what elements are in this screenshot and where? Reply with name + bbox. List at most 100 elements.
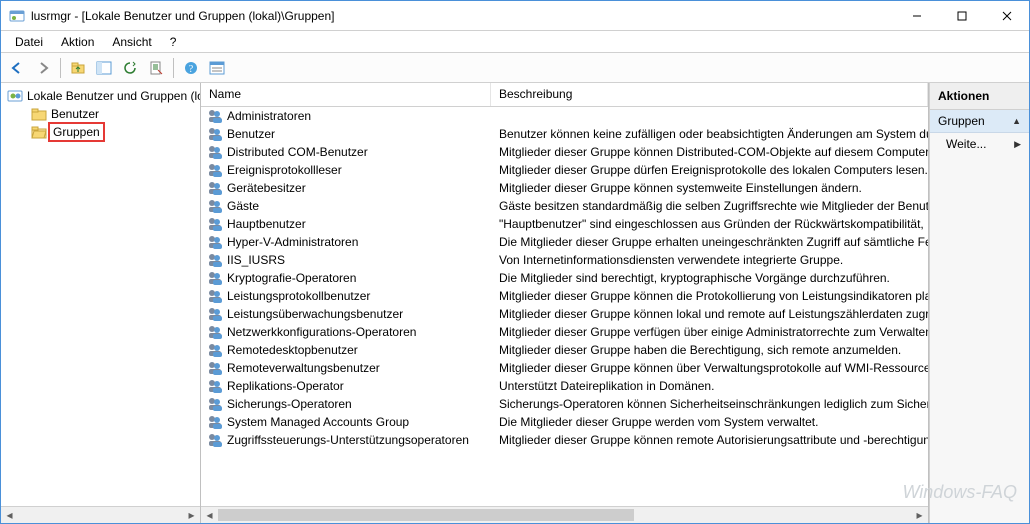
group-icon xyxy=(207,234,223,250)
help-button[interactable]: ? xyxy=(179,56,203,80)
properties-button[interactable] xyxy=(205,56,229,80)
tree-scrollbar[interactable]: ◂ ▸ xyxy=(1,506,200,523)
scroll-thumb[interactable] xyxy=(218,509,634,521)
group-icon xyxy=(207,378,223,394)
list-item[interactable]: RemotedesktopbenutzerMitglieder dieser G… xyxy=(201,341,928,359)
column-name[interactable]: Name xyxy=(201,83,491,106)
scroll-left-icon[interactable]: ◂ xyxy=(1,507,18,523)
back-button[interactable] xyxy=(5,56,29,80)
actions-section-label: Gruppen xyxy=(938,114,985,128)
group-name: Leistungsprotokollbenutzer xyxy=(227,289,491,303)
list-item[interactable]: System Managed Accounts GroupDie Mitglie… xyxy=(201,413,928,431)
tree-root[interactable]: Lokale Benutzer und Gruppen (lokal) xyxy=(3,87,198,105)
list-item[interactable]: GästeGäste besitzen standardmäßig die se… xyxy=(201,197,928,215)
scroll-left-icon[interactable]: ◂ xyxy=(201,507,218,523)
list-item[interactable]: Administratoren xyxy=(201,107,928,125)
toolbar-separator xyxy=(60,58,61,78)
group-description: Mitglieder dieser Gruppe können Distribu… xyxy=(491,145,928,159)
scroll-right-icon[interactable]: ▸ xyxy=(911,507,928,523)
list-item[interactable]: Sicherungs-OperatorenSicherungs-Operator… xyxy=(201,395,928,413)
group-name: Gäste xyxy=(227,199,491,213)
list-item[interactable]: Hauptbenutzer"Hauptbenutzer" sind einges… xyxy=(201,215,928,233)
list-item[interactable]: Distributed COM-BenutzerMitglieder diese… xyxy=(201,143,928,161)
group-icon xyxy=(207,396,223,412)
group-icon xyxy=(207,126,223,142)
list-item[interactable]: BenutzerBenutzer können keine zufälligen… xyxy=(201,125,928,143)
group-name: Netzwerkkonfigurations-Operatoren xyxy=(227,325,491,339)
group-name: Remoteverwaltungsbenutzer xyxy=(227,361,491,375)
list-item[interactable]: RemoteverwaltungsbenutzerMitglieder dies… xyxy=(201,359,928,377)
list-item[interactable]: GerätebesitzerMitglieder dieser Gruppe k… xyxy=(201,179,928,197)
column-description[interactable]: Beschreibung xyxy=(491,83,928,106)
lusrmgr-icon xyxy=(7,88,23,104)
scroll-track[interactable] xyxy=(218,507,911,523)
group-description: Mitglieder dieser Gruppe können systemwe… xyxy=(491,181,928,195)
export-button[interactable] xyxy=(144,56,168,80)
show-hide-tree-button[interactable] xyxy=(92,56,116,80)
list-item[interactable]: LeistungsprotokollbenutzerMitglieder die… xyxy=(201,287,928,305)
up-button[interactable] xyxy=(66,56,90,80)
list-item[interactable]: EreignisprotokollleserMitglieder dieser … xyxy=(201,161,928,179)
menu-view[interactable]: Ansicht xyxy=(104,33,159,51)
list-item[interactable]: IIS_IUSRSVon Internetinformationsdienste… xyxy=(201,251,928,269)
group-icon xyxy=(207,324,223,340)
menu-help[interactable]: ? xyxy=(162,33,185,51)
tree-users[interactable]: Benutzer xyxy=(3,105,198,123)
group-description: Die Mitglieder dieser Gruppe werden vom … xyxy=(491,415,928,429)
svg-text:?: ? xyxy=(189,64,194,75)
group-icon xyxy=(207,414,223,430)
group-icon xyxy=(207,108,223,124)
group-icon xyxy=(207,144,223,160)
maximize-button[interactable] xyxy=(939,1,984,30)
refresh-button[interactable] xyxy=(118,56,142,80)
menu-file[interactable]: Datei xyxy=(7,33,51,51)
group-icon xyxy=(207,432,223,448)
tree-groups[interactable]: Gruppen xyxy=(3,123,198,141)
submenu-icon: ▶ xyxy=(1014,139,1021,150)
tree-pane[interactable]: Lokale Benutzer und Gruppen (lokal) Benu… xyxy=(1,83,201,523)
group-description: Mitglieder dieser Gruppe haben die Berec… xyxy=(491,343,928,357)
scroll-right-icon[interactable]: ▸ xyxy=(183,507,200,523)
list-body[interactable]: Administratoren BenutzerBenutzer können k… xyxy=(201,107,928,506)
forward-button[interactable] xyxy=(31,56,55,80)
list-item[interactable]: Hyper-V-AdministratorenDie Mitglieder di… xyxy=(201,233,928,251)
group-description: Mitglieder dieser Gruppe dürfen Ereignis… xyxy=(491,163,928,177)
tree-groups-label: Gruppen xyxy=(51,125,102,139)
group-name: Replikations-Operator xyxy=(227,379,491,393)
group-icon xyxy=(207,180,223,196)
group-description: Unterstützt Dateireplikation in Domänen. xyxy=(491,379,928,393)
group-description: Benutzer können keine zufälligen oder be… xyxy=(491,127,928,141)
group-name: Administratoren xyxy=(227,109,491,123)
list-item[interactable]: Zugriffssteuerungs-Unterstützungsoperato… xyxy=(201,431,928,449)
group-icon xyxy=(207,342,223,358)
toolbar: ? xyxy=(1,53,1029,83)
actions-more[interactable]: Weite... ▶ xyxy=(930,133,1029,155)
window-title: lusrmgr - [Lokale Benutzer und Gruppen (… xyxy=(31,9,894,23)
list-item[interactable]: Kryptografie-OperatorenDie Mitglieder si… xyxy=(201,269,928,287)
collapse-icon: ▲ xyxy=(1012,116,1021,126)
list-scrollbar[interactable]: ◂ ▸ xyxy=(201,506,928,523)
list-item[interactable]: Replikations-OperatorUnterstützt Dateire… xyxy=(201,377,928,395)
minimize-button[interactable] xyxy=(894,1,939,30)
tree-root-label: Lokale Benutzer und Gruppen (lokal) xyxy=(27,89,201,103)
close-button[interactable] xyxy=(984,1,1029,30)
actions-section-groups[interactable]: Gruppen ▲ xyxy=(930,110,1029,133)
group-name: Ereignisprotokollleser xyxy=(227,163,491,177)
titlebar: lusrmgr - [Lokale Benutzer und Gruppen (… xyxy=(1,1,1029,31)
group-name: Distributed COM-Benutzer xyxy=(227,145,491,159)
group-description: Mitglieder dieser Gruppe können remote A… xyxy=(491,433,928,447)
group-description: Mitglieder dieser Gruppe verfügen über e… xyxy=(491,325,928,339)
list-item[interactable]: Netzwerkkonfigurations-OperatorenMitglie… xyxy=(201,323,928,341)
list-pane: Name Beschreibung AdministratorenBenutze… xyxy=(201,83,929,523)
group-name: Leistungsüberwachungsbenutzer xyxy=(227,307,491,321)
menu-action[interactable]: Aktion xyxy=(53,33,102,51)
group-description: Mitglieder dieser Gruppe können über Ver… xyxy=(491,361,928,375)
group-icon xyxy=(207,288,223,304)
list-header: Name Beschreibung xyxy=(201,83,928,107)
group-name: System Managed Accounts Group xyxy=(227,415,491,429)
scroll-track[interactable] xyxy=(18,507,183,523)
group-description: Die Mitglieder dieser Gruppe erhalten un… xyxy=(491,235,928,249)
group-name: IIS_IUSRS xyxy=(227,253,491,267)
menubar: Datei Aktion Ansicht ? xyxy=(1,31,1029,53)
list-item[interactable]: LeistungsüberwachungsbenutzerMitglieder … xyxy=(201,305,928,323)
